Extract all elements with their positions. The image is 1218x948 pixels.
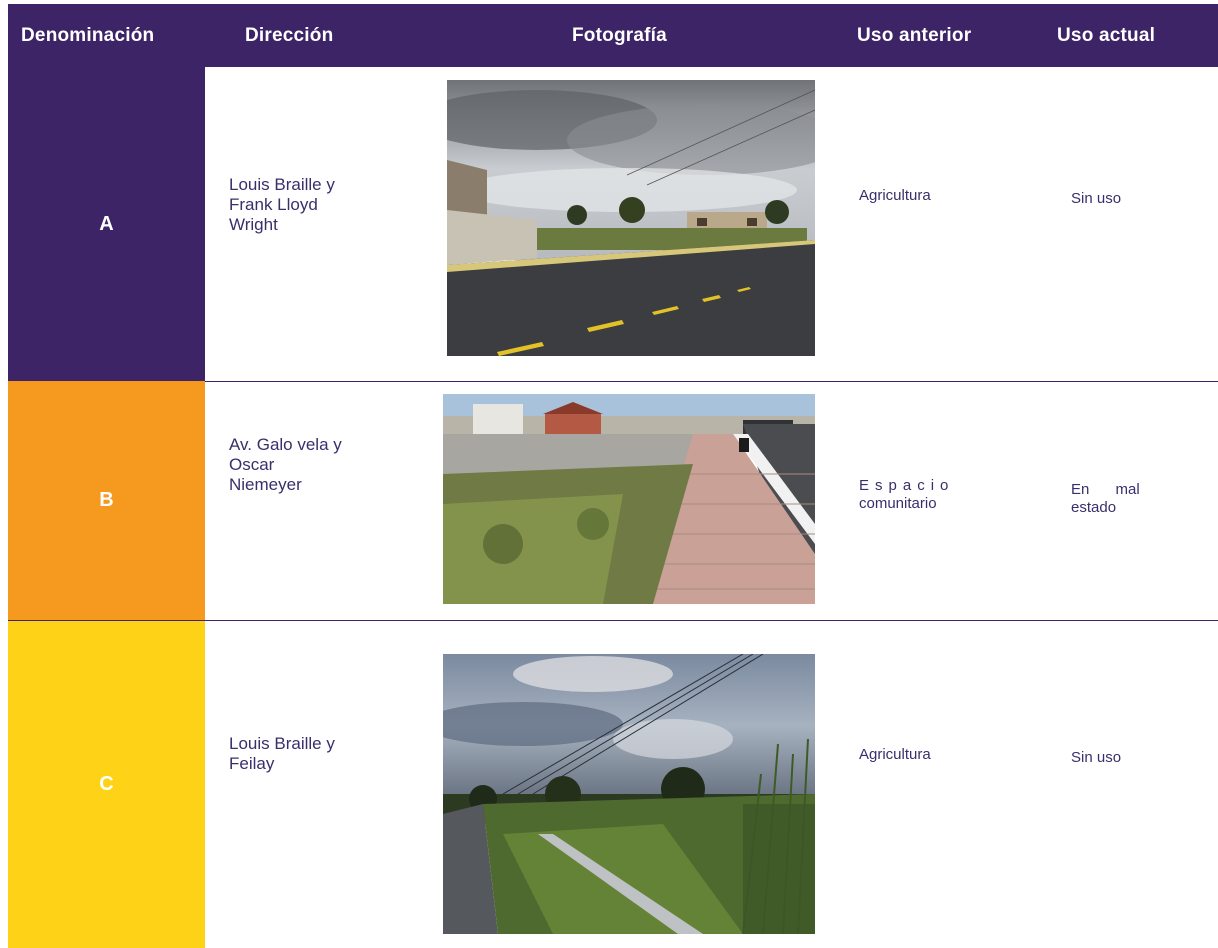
photo-site-b xyxy=(443,394,815,604)
header-denominacion: Denominación xyxy=(21,24,155,46)
table-row-b: B Av. Galo vela y Oscar Niemeyer Espacio… xyxy=(8,381,1218,620)
table-row-a: A Louis Braille y Frank Lloyd Wright Agr… xyxy=(8,67,1218,381)
row-label-a: A xyxy=(8,67,205,381)
uso-anterior-c: Agricultura xyxy=(859,746,931,763)
uso-actual-c: Sin uso xyxy=(1071,749,1122,766)
header-direccion: Dirección xyxy=(245,24,334,46)
sites-table: Denominación Dirección Fotografía Uso an… xyxy=(0,0,1218,948)
uso-actual-a: Sin uso xyxy=(1071,190,1122,207)
table-row-c: C Louis Braille y Feilay Agricultura Sin… xyxy=(8,621,1218,948)
table-header: Denominación Dirección Fotografía Uso an… xyxy=(8,4,1218,67)
uso-anterior-b: Espacio comunitario xyxy=(859,477,955,512)
address-b: Av. Galo vela y Oscar Niemeyer xyxy=(229,435,342,494)
photo-sidewalk-image xyxy=(443,394,815,604)
photo-field-image xyxy=(443,654,815,934)
address-a: Louis Braille y Frank Lloyd Wright xyxy=(229,175,335,234)
row-label-b: B xyxy=(8,381,205,620)
header-uso-actual: Uso actual xyxy=(1057,24,1156,46)
header-fotografia: Fotografía xyxy=(572,24,667,46)
uso-actual-b: En mal estado xyxy=(1071,481,1140,516)
photo-site-c xyxy=(443,654,815,934)
photo-street-image xyxy=(447,80,815,356)
photo-site-a xyxy=(447,80,815,356)
uso-anterior-a: Agricultura xyxy=(859,187,931,204)
address-c: Louis Braille y Feilay xyxy=(229,734,335,773)
header-uso-anterior: Uso anterior xyxy=(857,24,972,46)
row-label-c: C xyxy=(8,621,205,948)
